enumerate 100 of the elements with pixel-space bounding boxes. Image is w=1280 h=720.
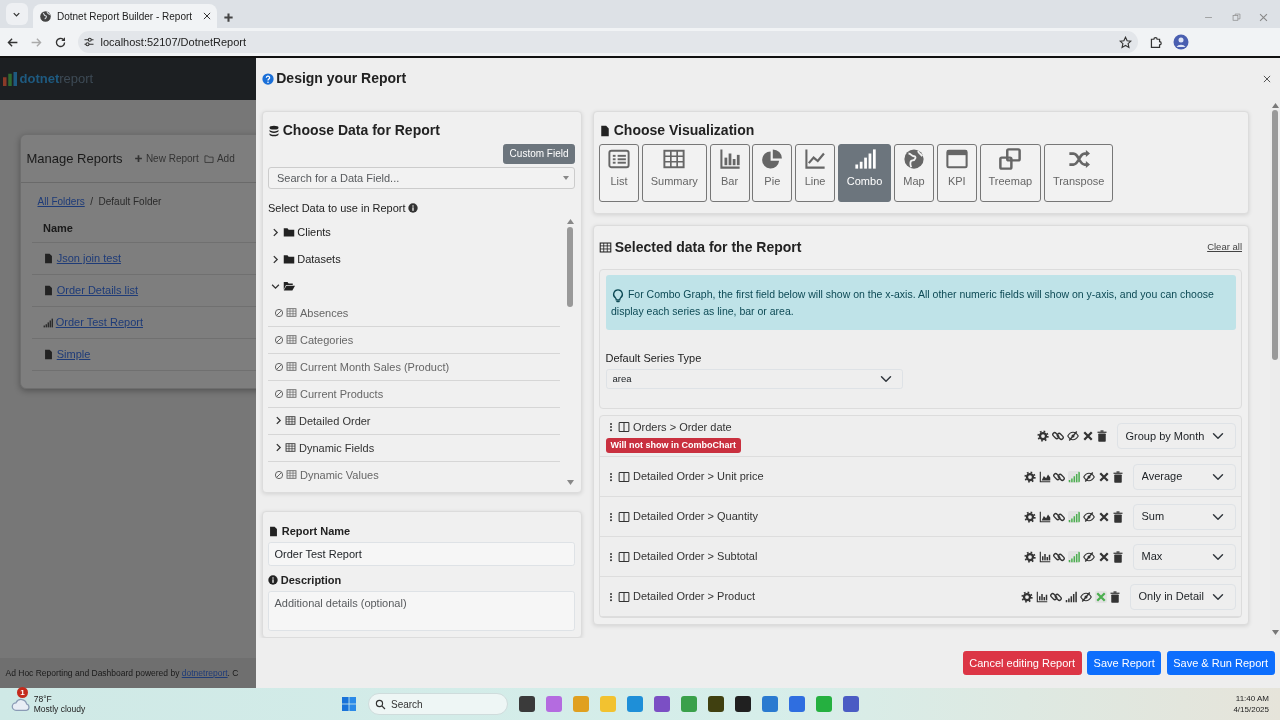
eye-slash-icon[interactable] xyxy=(1082,470,1095,483)
link-icon[interactable] xyxy=(1052,429,1064,442)
trash-icon[interactable] xyxy=(1112,470,1125,483)
trash-icon[interactable] xyxy=(1112,550,1125,563)
close-icon[interactable] xyxy=(1261,73,1272,84)
table-icon xyxy=(286,334,298,346)
aggregate-select[interactable]: Average xyxy=(1132,463,1236,490)
eye-slash-icon[interactable] xyxy=(1082,550,1095,563)
tree-table[interactable]: Dynamic Values xyxy=(300,466,379,484)
start-icon[interactable] xyxy=(341,696,357,712)
back-icon[interactable] xyxy=(5,35,19,49)
visualization-button[interactable]: Map xyxy=(894,143,935,202)
eye-slash-icon[interactable] xyxy=(1082,510,1095,523)
visualization-button[interactable]: Pie xyxy=(752,143,793,202)
x-icon[interactable] xyxy=(1097,550,1110,563)
add-folder-link[interactable]: Add xyxy=(204,151,235,166)
settings-icon[interactable] xyxy=(1023,510,1036,523)
visualization-button[interactable]: Transpose xyxy=(1043,143,1114,202)
trash-icon[interactable] xyxy=(1096,429,1109,442)
squares-icon xyxy=(999,147,1022,170)
search-field[interactable]: Search for a Data Field... xyxy=(268,166,575,189)
save-button[interactable]: Save Report xyxy=(1087,651,1162,676)
settings-icon[interactable] xyxy=(1037,429,1050,442)
visualization-button[interactable]: List xyxy=(599,143,639,202)
aggregate-select[interactable]: Max xyxy=(1132,543,1236,570)
site-settings-icon[interactable] xyxy=(83,36,95,48)
settings-icon[interactable] xyxy=(1020,590,1033,603)
document-icon xyxy=(43,349,54,360)
tree-table[interactable]: Current Products xyxy=(300,385,384,403)
report-name-input[interactable]: Order Test Report xyxy=(268,542,575,567)
scrollbar-thumb[interactable] xyxy=(1272,110,1278,361)
tree-table[interactable]: Categories xyxy=(300,331,354,349)
tree-table[interactable]: Absences xyxy=(300,304,349,322)
save-button[interactable]: Save & Run Report xyxy=(1166,651,1275,676)
aggregate-select[interactable]: Group by Month xyxy=(1116,422,1236,449)
scroll-up-icon[interactable] xyxy=(566,218,574,224)
app-icon[interactable] xyxy=(519,696,535,712)
profile-avatar-icon[interactable] xyxy=(1172,34,1189,50)
scroll-up-icon[interactable] xyxy=(1271,102,1279,108)
tree-table[interactable]: Detailed Order xyxy=(299,412,371,430)
area-chart-icon[interactable] xyxy=(1038,510,1051,523)
extensions-icon[interactable] xyxy=(1148,35,1162,49)
custom-field-button[interactable]: Custom Field xyxy=(503,143,575,164)
caret-right-icon[interactable] xyxy=(270,227,280,237)
tree-folder[interactable]: Clients xyxy=(297,224,331,241)
open-folder-icon xyxy=(282,280,295,293)
aggregate-select[interactable]: Only in Detail xyxy=(1129,583,1236,610)
app-icon[interactable] xyxy=(708,696,724,712)
description-input[interactable]: Additional details (optional) xyxy=(268,591,575,632)
signal-bars-icon xyxy=(853,147,876,170)
area-chart-icon[interactable] xyxy=(1038,470,1051,483)
caret-right-icon[interactable] xyxy=(273,443,283,453)
app-icon[interactable] xyxy=(735,696,751,712)
scrollbar-thumb[interactable] xyxy=(567,226,573,307)
cancel-button[interactable]: Cancel editing Report xyxy=(962,651,1082,676)
tree-table[interactable]: Dynamic Fields xyxy=(299,439,375,457)
link-icon[interactable] xyxy=(1053,550,1066,563)
aggregate-select[interactable]: Sum xyxy=(1132,503,1236,530)
address-bar[interactable]: localhost:52107/DotnetReport xyxy=(77,31,1138,53)
bar-chart-icon xyxy=(718,147,741,170)
series-type-select[interactable]: area xyxy=(605,368,903,389)
settings-icon[interactable] xyxy=(1023,550,1036,563)
settings-icon[interactable] xyxy=(1023,470,1036,483)
visualization-button[interactable]: Bar xyxy=(709,143,750,202)
link-icon[interactable] xyxy=(1053,510,1066,523)
caret-down-icon[interactable] xyxy=(270,281,280,291)
field-name: Detailed Order > Quantity xyxy=(633,509,759,525)
visualization-button[interactable]: Treemap xyxy=(979,143,1042,202)
scroll-down-icon[interactable] xyxy=(1271,630,1279,636)
eye-slash-icon[interactable] xyxy=(1079,590,1092,603)
visualization-button[interactable]: Summary xyxy=(641,143,707,202)
clear-all-link[interactable]: Clear all xyxy=(1207,240,1242,255)
tree-folder[interactable]: Datasets xyxy=(297,251,341,268)
tree-table[interactable]: Current Month Sales (Product) xyxy=(300,358,450,376)
taskbar-search[interactable]: Search xyxy=(368,693,508,715)
reload-icon[interactable] xyxy=(53,35,67,49)
bar-chart-icon[interactable] xyxy=(1035,590,1048,603)
visualization-button[interactable]: Combo xyxy=(837,143,892,202)
signal-bars-icon[interactable] xyxy=(1065,590,1077,603)
new-tab-icon[interactable] xyxy=(222,11,234,23)
panel-title: Selected data for the Report xyxy=(614,237,802,257)
link-icon[interactable] xyxy=(1053,470,1066,483)
visualization-button[interactable]: KPI xyxy=(936,143,977,202)
scroll-down-icon[interactable] xyxy=(566,479,574,485)
star-icon[interactable] xyxy=(1119,35,1132,49)
browser-tab[interactable]: Dotnet Report Builder - Report xyxy=(33,4,217,28)
trash-icon[interactable] xyxy=(1109,590,1122,603)
eye-slash-icon[interactable] xyxy=(1066,429,1079,442)
caret-right-icon[interactable] xyxy=(270,254,280,264)
close-icon[interactable] xyxy=(201,11,212,21)
x-icon[interactable] xyxy=(1081,429,1094,442)
visualization-button[interactable]: Line xyxy=(795,143,836,202)
link-icon[interactable] xyxy=(1050,590,1063,603)
new-report-link[interactable]: New Report xyxy=(134,151,199,166)
bar-chart-icon[interactable] xyxy=(1038,550,1051,563)
caret-right-icon[interactable] xyxy=(273,416,283,426)
trash-icon[interactable] xyxy=(1112,510,1125,523)
x-icon[interactable] xyxy=(1097,510,1110,523)
help-icon xyxy=(261,72,274,85)
x-icon[interactable] xyxy=(1097,470,1110,483)
